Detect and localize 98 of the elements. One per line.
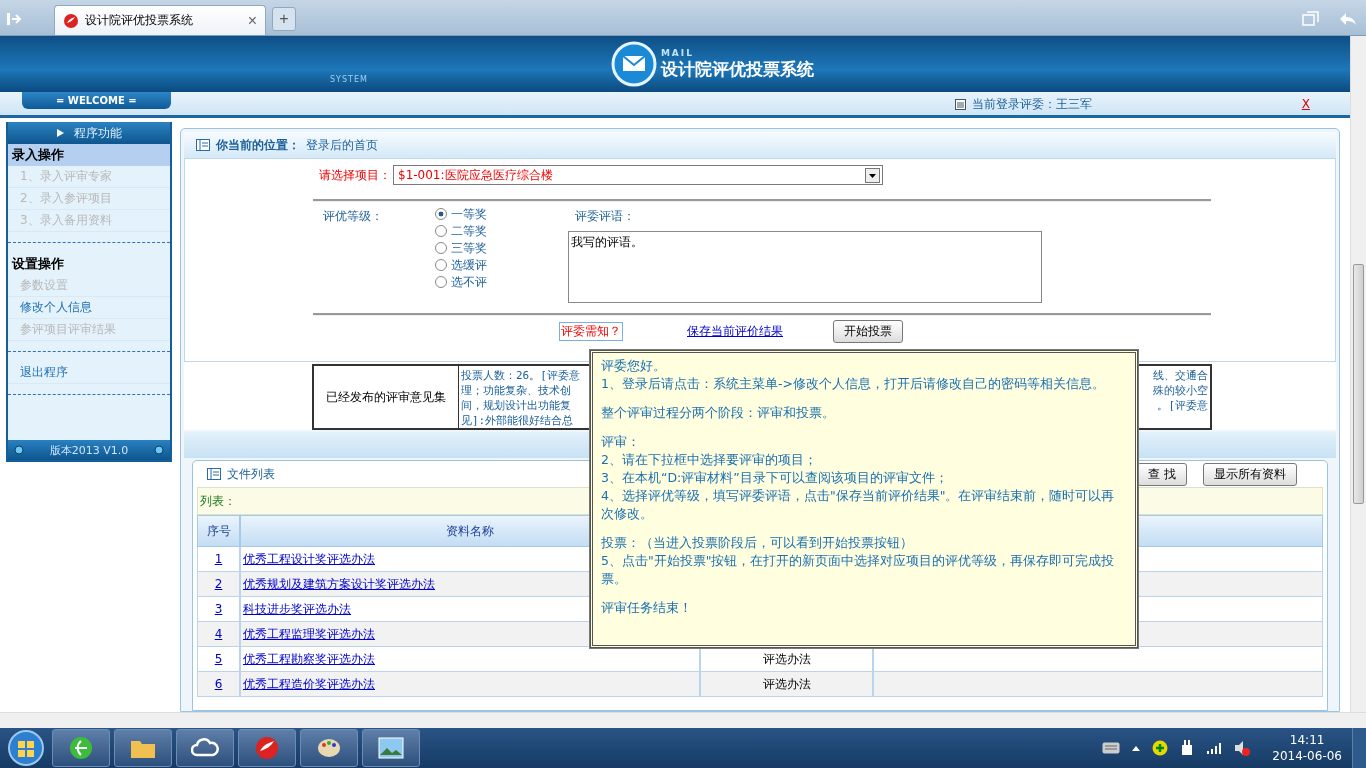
document-link[interactable]: 优秀工程勘察奖评选办法	[243, 650, 375, 668]
radio-button[interactable]	[435, 208, 447, 220]
notice-text: 2、请在下拉框中选择要评审的项目；	[601, 451, 818, 469]
radio-button[interactable]	[435, 225, 447, 237]
opinion-text: 理；功能复杂、技术创	[461, 383, 571, 398]
app-title: 设计院评优投票系统	[660, 57, 814, 81]
opinion-text: 殊的较小空	[1153, 383, 1208, 398]
document-link[interactable]: 优秀工程设计奖评选办法	[243, 550, 375, 568]
keyboard-icon[interactable]	[1102, 742, 1121, 754]
notice-text: 5、点击"开始投票"按钮，在打开的新页面中选择对应项目的评优等级，再保存即可完成投票。	[601, 552, 1116, 588]
list-label: 列表：	[200, 492, 236, 510]
calendar-icon	[954, 99, 966, 110]
current-user-label: 当前登录评委：王三军	[971, 96, 1092, 113]
exit-link[interactable]: X	[1301, 97, 1310, 111]
picture-icon	[378, 737, 404, 759]
notice-text: 3、在本机“D:评审材料”目录下可以查阅该项目的评审文件；	[601, 469, 949, 487]
menu-item[interactable]: 退出程序	[8, 362, 170, 384]
type-text: 评选办法	[762, 650, 811, 668]
show-hidden-icon[interactable]	[1132, 745, 1141, 751]
opinion-text: 投票人数：26。[评委意	[461, 368, 580, 383]
close-tab-button[interactable]: ×	[247, 11, 257, 30]
radio-label: 选不评	[451, 273, 487, 291]
taskbar-button[interactable]	[176, 729, 234, 767]
index-link[interactable]: 6	[214, 677, 223, 691]
notice-text: 整个评审过程分两个阶段：评审和投票。	[601, 404, 836, 422]
column-header: 序号	[197, 515, 240, 547]
document-link[interactable]: 优秀工程造价奖评选办法	[243, 675, 375, 693]
system-label: SYSTEM	[330, 74, 368, 84]
notice-text: 1、登录后请点击：系统主菜单->修改个人信息，打开后请修改自己的密码等相关信息。	[601, 375, 1106, 393]
index-link[interactable]: 4	[214, 627, 223, 641]
scrollbar-thumb[interactable]	[1353, 264, 1364, 504]
radio-button[interactable]	[435, 242, 447, 254]
comment-label: 评委评语：	[575, 208, 636, 225]
version-label: 版本2013 V1.0	[49, 442, 129, 458]
opinion-text: 间，规划设计出功能复	[461, 398, 571, 413]
triangle-icon	[56, 129, 64, 137]
mail-label: MAIL	[660, 47, 695, 58]
browser-tab[interactable]: 设计院评优投票系统 ×	[54, 5, 266, 35]
project-label: 请选择项目：	[318, 166, 391, 184]
file-list-title: 文件列表	[227, 465, 275, 483]
show-all-button[interactable]: 显示所有资料	[1203, 462, 1297, 486]
palette-icon	[316, 736, 342, 760]
taskbar-button[interactable]	[114, 729, 172, 767]
search-button[interactable]: 查 找	[1137, 462, 1187, 486]
cloud-icon	[191, 737, 219, 759]
taskbar-button[interactable]	[52, 729, 110, 767]
start-vote-button[interactable]: 开始投票	[833, 320, 903, 343]
type-text: 评选办法	[762, 675, 811, 693]
radio-label: 三等奖	[451, 239, 487, 257]
clock-time: 14:11	[1289, 732, 1325, 748]
grade-label: 评优等级：	[323, 208, 384, 225]
muted-speaker-icon[interactable]	[1234, 740, 1251, 756]
tab-title: 设计院评优投票系统	[85, 12, 194, 29]
dot-icon	[14, 445, 24, 455]
envelope-logo-icon	[610, 41, 657, 87]
save-link[interactable]: 保存当前评价结果	[687, 323, 783, 340]
section-title: 录入操作	[8, 144, 170, 166]
opinions-label: 已经发布的评审意见集	[314, 366, 459, 428]
radio-label: 二等奖	[451, 222, 487, 240]
comment-field[interactable]: 我写的评语。	[568, 231, 1042, 303]
index-link[interactable]: 2	[214, 577, 223, 591]
radio-button[interactable]	[435, 276, 447, 288]
index-link[interactable]: 3	[214, 602, 223, 616]
taskbar-button[interactable]	[300, 729, 358, 767]
document-link[interactable]: 科技进步奖评选办法	[243, 600, 351, 618]
dot-icon	[154, 445, 164, 455]
project-select[interactable]: $1-001:医院应急医疗综合楼	[393, 165, 883, 185]
section-title: 设置操作	[11, 255, 65, 273]
radio-button[interactable]	[435, 259, 447, 271]
breadcrumb-value: 登录后的首页	[306, 136, 378, 154]
signal-icon[interactable]	[1206, 742, 1223, 754]
notice-text: 评委您好。	[601, 357, 667, 375]
panel-icon	[196, 139, 210, 151]
sidebar-title: 程序功能	[73, 124, 122, 142]
new-tab-button[interactable]: +	[272, 7, 296, 31]
radio-label: 选缓评	[451, 256, 487, 274]
document-link[interactable]: 优秀工程监理奖评选办法	[243, 625, 375, 643]
dropdown-icon[interactable]	[865, 167, 880, 183]
document-link[interactable]: 优秀规划及建筑方案设计奖评选办法	[243, 575, 435, 593]
opinion-text: 见]:外部能很好结合总	[461, 413, 574, 428]
menu-item[interactable]: 修改个人信息	[8, 297, 170, 319]
clock-date: 2014-06-06	[1272, 748, 1342, 764]
index-link[interactable]: 5	[214, 652, 223, 666]
notice-link[interactable]: 评委需知？	[559, 322, 623, 341]
app-logo-icon	[63, 12, 79, 29]
index-link[interactable]: 1	[214, 552, 223, 566]
sidebar-toggle-icon[interactable]	[6, 11, 24, 27]
opinion-text: 线、交通合	[1153, 368, 1208, 383]
plus-circle-icon[interactable]	[1152, 740, 1169, 756]
notice-text: 评审任务结束！	[601, 599, 693, 617]
radio-label: 一等奖	[451, 205, 487, 223]
app-logo-icon	[254, 735, 280, 761]
taskbar-button[interactable]	[362, 729, 420, 767]
panel-icon	[207, 468, 221, 480]
notice-text: 评审：	[601, 433, 641, 451]
opinion-text: 。[评委意	[1157, 398, 1208, 413]
power-plug-icon[interactable]	[1180, 740, 1195, 756]
breadcrumb-label: 你当前的位置：	[216, 136, 300, 154]
